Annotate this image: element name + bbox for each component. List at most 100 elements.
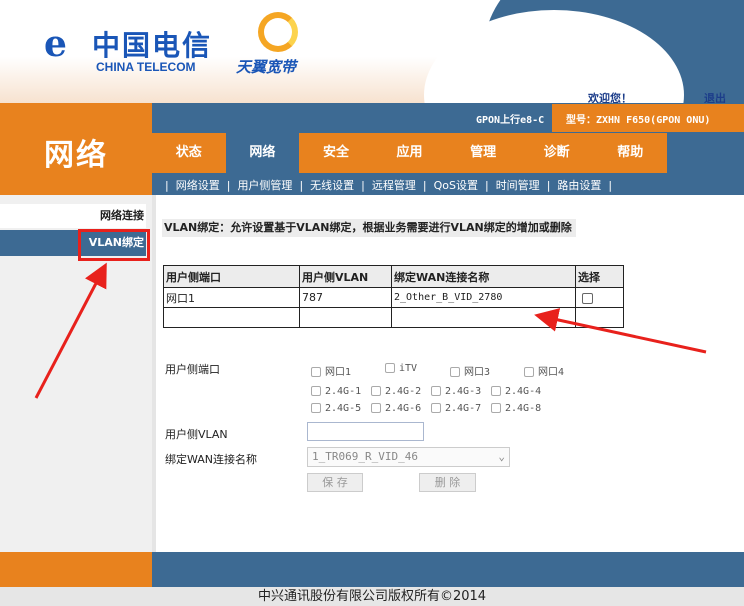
cell-vlan: 787 xyxy=(299,287,392,308)
product-logo-text: 天翼宽带 xyxy=(236,58,297,76)
port-checkbox[interactable] xyxy=(450,367,460,377)
port-option-wifi-3[interactable]: 2.4G-3 xyxy=(431,386,481,397)
subnav: | 网络设置 | 用户侧管理 | 无线设置 | 远程管理 | QoS设置 | 时间管理 | 路由设置 | xyxy=(158,177,619,193)
port-option-lan1[interactable]: 网口1 xyxy=(311,363,351,378)
port-checkbox[interactable] xyxy=(431,386,441,396)
copyright-footer: 中兴通讯股份有限公司版权所有©2014 xyxy=(0,587,744,606)
subnav-separator: | xyxy=(226,179,231,192)
cell-select xyxy=(575,287,624,308)
port-option-wifi-4[interactable]: 2.4G-4 xyxy=(491,386,541,397)
port-option-wifi-7[interactable]: 2.4G-7 xyxy=(431,403,481,414)
subnav-separator: | xyxy=(484,179,489,192)
port-label: 用户侧端口 xyxy=(165,363,220,376)
vlan-binding-table: 用户侧端口 用户侧VLAN 绑定WAN连接名称 选择 网口1 787 2_Oth… xyxy=(163,265,624,328)
tab-security[interactable]: 安全 xyxy=(299,133,373,173)
subnav-separator: | xyxy=(165,179,169,192)
subnav-lan-management[interactable]: 用户侧管理 xyxy=(237,179,292,192)
port-checkbox[interactable] xyxy=(385,363,395,373)
tab-network[interactable]: 网络 xyxy=(225,133,300,173)
cell-empty xyxy=(391,307,576,328)
port-checkbox[interactable] xyxy=(311,386,321,396)
port-option-wifi-8[interactable]: 2.4G-8 xyxy=(491,403,541,414)
main-tabs: 状态 网络 安全 应用 管理 诊断 帮助 xyxy=(152,133,667,173)
tab-management[interactable]: 管理 xyxy=(446,133,520,173)
port-option-wifi-6[interactable]: 2.4G-6 xyxy=(371,403,421,414)
port-checkbox[interactable] xyxy=(371,403,381,413)
china-telecom-mark-icon: e xyxy=(44,23,67,65)
footer-left-block xyxy=(0,552,152,587)
tab-diagnostics[interactable]: 诊断 xyxy=(520,133,594,173)
port-checkbox[interactable] xyxy=(311,403,321,413)
subnav-qos-settings[interactable]: QoS设置 xyxy=(434,179,478,192)
subnav-routing-settings[interactable]: 路由设置 xyxy=(557,179,601,192)
port-option-label: 网口3 xyxy=(464,367,491,378)
cell-wan: 2_Other_B_VID_2780 xyxy=(391,287,576,308)
subnav-separator: | xyxy=(546,179,551,192)
cell-empty xyxy=(299,307,392,328)
column-header-port: 用户侧端口 xyxy=(163,265,300,288)
port-checkbox[interactable] xyxy=(524,367,534,377)
section-title: 网络 xyxy=(44,138,108,173)
cell-empty xyxy=(163,307,300,328)
port-option-label: 2.4G-3 xyxy=(445,386,482,397)
cell-port: 网口1 xyxy=(163,287,300,308)
port-option-label: 2.4G-8 xyxy=(505,403,542,414)
content-divider xyxy=(152,195,156,552)
port-option-label: 2.4G-7 xyxy=(445,403,482,414)
subnav-wireless-settings[interactable]: 无线设置 xyxy=(310,179,354,192)
port-checkbox[interactable] xyxy=(491,386,501,396)
logo-cn: 中国电信 xyxy=(92,29,213,62)
wan-label: 绑定WAN连接名称 xyxy=(165,453,258,466)
port-option-label: 2.4G-1 xyxy=(325,386,362,397)
column-header-select: 选择 xyxy=(575,265,624,288)
port-option-itv[interactable]: iTV xyxy=(385,363,417,374)
wan-connection-select[interactable]: 1_TR069_R_VID_46 ⌄ xyxy=(307,447,510,467)
delete-button[interactable]: 删 除 xyxy=(419,473,476,492)
subnav-separator: | xyxy=(361,179,365,192)
subnav-time-management[interactable]: 时间管理 xyxy=(496,179,540,192)
port-option-lan4[interactable]: 网口4 xyxy=(524,363,564,378)
column-header-vlan: 用户侧VLAN xyxy=(299,265,392,288)
vlan-input[interactable] xyxy=(307,422,424,441)
tab-status[interactable]: 状态 xyxy=(152,133,226,173)
subnav-separator: | xyxy=(299,179,304,192)
tab-application[interactable]: 应用 xyxy=(373,133,447,173)
port-option-wifi-5[interactable]: 2.4G-5 xyxy=(311,403,361,414)
port-option-label: 2.4G-2 xyxy=(385,386,422,397)
header-banner: e 中国电信 CHINA TELECOM 天翼宽带 xyxy=(0,0,744,103)
device-model: 型号：ZXHN F650(GPON ONU) xyxy=(566,115,711,126)
port-option-label: iTV xyxy=(399,363,418,374)
annotation-highlight-box xyxy=(78,229,150,261)
subnav-separator: | xyxy=(422,179,427,192)
port-option-label: 2.4G-5 xyxy=(325,403,362,414)
port-option-label: 网口4 xyxy=(538,367,565,378)
port-checkbox[interactable] xyxy=(431,403,441,413)
save-button[interactable]: 保 存 xyxy=(307,473,363,492)
chevron-down-icon: ⌄ xyxy=(498,450,505,463)
tab-help[interactable]: 帮助 xyxy=(593,133,667,173)
tianyi-broadband-logo: 天翼宽带 xyxy=(236,12,326,82)
tianyi-ring-icon xyxy=(258,12,298,52)
page-description: VLAN绑定：允许设置基于VLAN绑定，根据业务需要进行VLAN绑定的增加或删除 xyxy=(162,219,576,237)
column-header-wan: 绑定WAN连接名称 xyxy=(391,265,576,288)
port-option-wifi-1[interactable]: 2.4G-1 xyxy=(311,386,361,397)
device-type: GPON上行e8-C xyxy=(476,115,545,126)
port-option-lan3[interactable]: 网口3 xyxy=(450,363,490,378)
port-checkbox[interactable] xyxy=(311,367,321,377)
table-row[interactable]: 网口1 787 2_Other_B_VID_2780 xyxy=(163,287,624,308)
sidebar-item-network-connection[interactable]: 网络连接 xyxy=(0,204,146,228)
port-option-label: 网口1 xyxy=(325,367,352,378)
row-select-checkbox[interactable] xyxy=(582,292,593,304)
port-option-wifi-2[interactable]: 2.4G-2 xyxy=(371,386,421,397)
table-header-row: 用户侧端口 用户侧VLAN 绑定WAN连接名称 选择 xyxy=(163,265,624,288)
cell-empty xyxy=(575,307,624,328)
port-option-label: 2.4G-6 xyxy=(385,403,422,414)
subnav-network-settings[interactable]: 网络设置 xyxy=(176,179,220,192)
port-option-label: 2.4G-4 xyxy=(505,386,542,397)
subnav-remote-management[interactable]: 远程管理 xyxy=(372,179,416,192)
port-checkbox[interactable] xyxy=(491,403,501,413)
logo-en: CHINA TELECOM xyxy=(96,60,196,74)
tabs-filler xyxy=(667,133,744,173)
port-checkbox[interactable] xyxy=(371,386,381,396)
subnav-separator: | xyxy=(608,179,613,192)
